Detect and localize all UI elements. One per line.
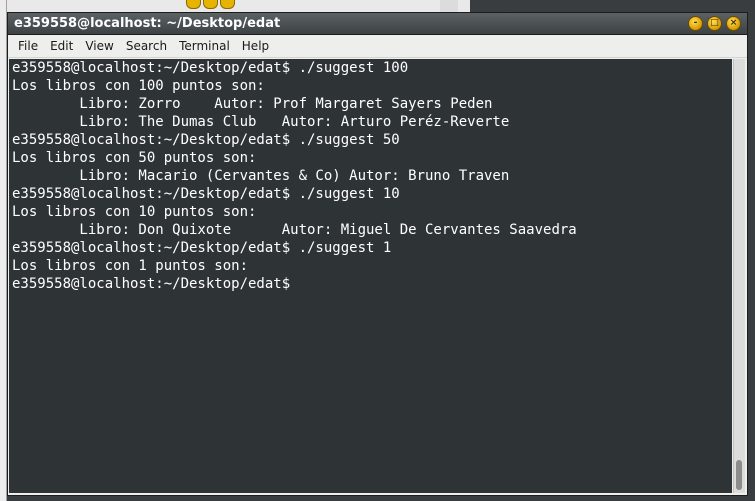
menu-view[interactable]: View (79, 35, 119, 58)
terminal-line: e359558@localhost:~/Desktop/edat$ ./sugg… (12, 60, 409, 76)
window-controls: ‐ □ × (688, 16, 741, 31)
terminal-lines: e359558@localhost:~/Desktop/edat$ ./sugg… (12, 59, 577, 293)
close-button[interactable]: × (726, 16, 741, 31)
maximize-button[interactable]: □ (707, 16, 722, 31)
terminal-scrollbar[interactable] (733, 59, 745, 493)
terminal-line: Los libros con 50 puntos son: (12, 150, 257, 166)
background-window-strip (0, 0, 7, 501)
background-window-controls (186, 0, 235, 9)
terminal-line: Los libros con 100 puntos son: (12, 78, 265, 94)
menu-search[interactable]: Search (120, 35, 173, 58)
terminal-window: e359558@localhost: ~/Desktop/edat ‐ □ × … (7, 12, 748, 496)
minimize-button[interactable]: ‐ (688, 16, 703, 31)
terminal-line: Libro: The Dumas Club Autor: Arturo Peré… (12, 114, 510, 130)
menu-edit[interactable]: Edit (44, 35, 79, 58)
terminal-line: e359558@localhost:~/Desktop/edat$ ./sugg… (12, 240, 392, 256)
menu-terminal[interactable]: Terminal (173, 35, 236, 58)
menu-help[interactable]: Help (236, 35, 275, 58)
terminal-line: e359558@localhost:~/Desktop/edat$ ./sugg… (12, 132, 400, 148)
minimize-icon: ‐ (693, 18, 698, 28)
terminal-line: Los libros con 10 puntos son: (12, 204, 257, 220)
terminal-line: Los libros con 1 puntos son: (12, 258, 249, 274)
terminal-line: e359558@localhost:~/Desktop/edat$ ./sugg… (12, 186, 400, 202)
background-close-icon (220, 0, 235, 9)
window-title: e359558@localhost: ~/Desktop/edat (14, 16, 281, 31)
scrollbar-thumb[interactable] (736, 460, 742, 490)
menu-file[interactable]: File (12, 35, 44, 58)
menu-bar: File Edit View Search Terminal Help (8, 35, 747, 58)
terminal-prompt[interactable]: e359558@localhost:~/Desktop/edat$ (12, 275, 577, 293)
terminal-output[interactable]: e359558@localhost:~/Desktop/edat$ ./sugg… (9, 59, 732, 493)
terminal-line: Libro: Zorro Autor: Prof Margaret Sayers… (12, 96, 493, 112)
background-maximize-icon (203, 0, 218, 9)
terminal-line: Libro: Macario (Cervantes & Co) Autor: B… (12, 168, 510, 184)
terminal-line: Libro: Don Quixote Autor: Miguel De Cerv… (12, 222, 577, 238)
maximize-icon: □ (710, 18, 719, 28)
background-minimize-icon (186, 0, 201, 9)
title-bar[interactable]: e359558@localhost: ~/Desktop/edat ‐ □ × (8, 13, 747, 35)
close-icon: × (729, 18, 738, 28)
